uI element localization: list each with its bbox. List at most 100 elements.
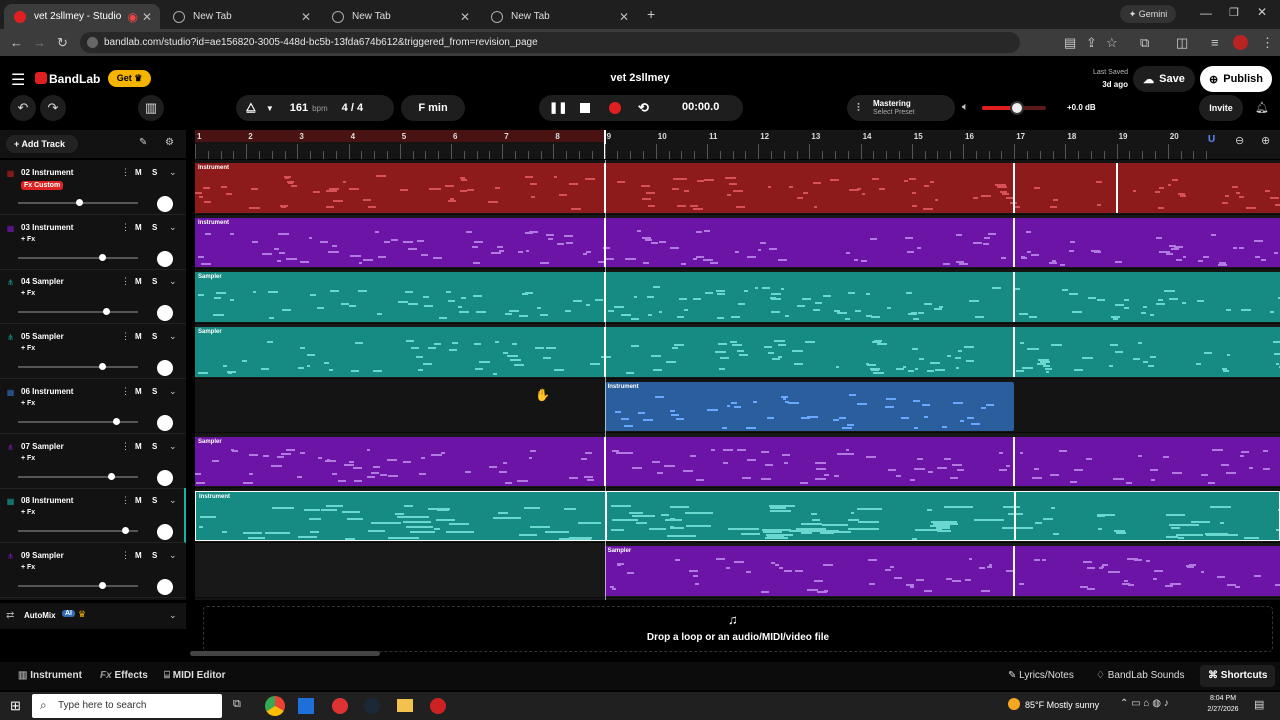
automix-row[interactable]: ⇄ AutoMix AI ♛ ⌄	[0, 603, 186, 629]
track-volume-slider[interactable]	[18, 417, 138, 425]
mute-button[interactable]: M	[135, 168, 142, 177]
tab-new-3[interactable]: New Tab ✕	[481, 4, 637, 29]
track-name[interactable]: 04 Sampler	[21, 277, 64, 286]
track-header[interactable]: ▦ 06 Instrument + Fx ⋮ M S ⌄	[0, 379, 186, 434]
record-icon[interactable]	[609, 102, 621, 114]
pan-knob[interactable]	[157, 524, 173, 541]
notifications-icon[interactable]: ▤	[1254, 698, 1264, 711]
close-tab-icon[interactable]: ✕	[619, 10, 629, 24]
loop-region[interactable]	[195, 130, 604, 142]
tray-icons[interactable]: ⌃ ▭ ⌂ ◍ ♪	[1120, 698, 1169, 709]
save-button[interactable]: ☁ Save	[1133, 66, 1195, 92]
bpm-value[interactable]: 161	[290, 102, 308, 114]
pan-knob[interactable]	[157, 196, 173, 212]
taskbar-search[interactable]: ⌕ Type here to search	[32, 694, 222, 718]
ruler-bar-number[interactable]: 7	[504, 132, 508, 141]
instrument-tab[interactable]: ▥ Instrument	[18, 670, 82, 681]
hamburger-menu-icon[interactable]: ☰	[11, 70, 25, 90]
redo-icon[interactable]: ↷	[40, 95, 66, 121]
midi-clip[interactable]: Instrument	[195, 491, 1280, 541]
ruler-bar-number[interactable]: 5	[402, 132, 406, 141]
track-name[interactable]: 09 Sampler	[21, 551, 64, 560]
track-fx-button[interactable]: + Fx	[21, 455, 35, 462]
speaker-mute-icon[interactable]: 🔈︎	[962, 101, 969, 114]
track-menu-icon[interactable]: ⋮	[121, 550, 130, 561]
weather-text[interactable]: 85°F Mostly sunny	[1025, 700, 1099, 710]
pan-knob[interactable]	[157, 250, 173, 267]
track-fx-button[interactable]: + Fx	[21, 345, 35, 352]
task-view-icon[interactable]: ⧉	[233, 698, 241, 711]
key-selector[interactable]: F min	[401, 95, 465, 121]
chevron-down-icon[interactable]: ▼	[266, 104, 274, 113]
stop-icon[interactable]	[580, 103, 590, 113]
volume-knob[interactable]	[108, 472, 116, 480]
ruler-bar-number[interactable]: 4	[351, 132, 355, 141]
steam-taskbar-icon[interactable]	[364, 698, 380, 714]
track-name[interactable]: 05 Sampler	[21, 332, 64, 341]
volume-knob[interactable]	[99, 581, 107, 589]
get-premium-button[interactable]: Get ♛	[108, 70, 151, 87]
new-tab-icon[interactable]: +	[647, 6, 655, 22]
reload-icon[interactable]: ↻	[57, 35, 68, 51]
clock-time[interactable]: 8:04 PM	[1200, 695, 1246, 702]
chevron-down-icon[interactable]: ⌄	[169, 222, 177, 233]
track-menu-icon[interactable]: ⋮	[121, 167, 130, 178]
solo-button[interactable]: S	[152, 442, 157, 451]
track-menu-icon[interactable]: ⋮	[121, 386, 130, 397]
track-fx-button[interactable]: + Fx	[21, 236, 35, 243]
folder-taskbar-icon[interactable]	[397, 699, 413, 712]
track-name[interactable]: 07 Sampler	[21, 442, 64, 451]
ruler-bar-number[interactable]: 13	[811, 132, 820, 141]
ruler-bar-number[interactable]: 18	[1067, 132, 1076, 141]
ruler-bar-number[interactable]: 14	[863, 132, 872, 141]
midi-clip[interactable]: Sampler	[604, 545, 1280, 596]
mute-button[interactable]: M	[135, 442, 142, 451]
master-volume-knob[interactable]	[1010, 101, 1025, 115]
bandlab-taskbar-icon[interactable]	[430, 698, 446, 714]
invite-button[interactable]: Invite	[1199, 95, 1243, 121]
ruler-bar-number[interactable]: 17	[1016, 132, 1025, 141]
pan-knob[interactable]	[157, 305, 173, 322]
pan-knob[interactable]	[157, 360, 173, 377]
metronome-icon[interactable]: ⧋	[246, 102, 256, 115]
track-header[interactable]: ▦ 03 Instrument + Fx ⋮ M S ⌄	[0, 215, 186, 270]
loop-icon[interactable]: ⟲	[638, 100, 649, 116]
track-name[interactable]: 02 Instrument	[21, 168, 73, 177]
ruler-bar-number[interactable]: 11	[709, 132, 717, 141]
track-menu-icon[interactable]: ⋮	[121, 331, 130, 342]
extensions-icon[interactable]: ⧉	[1140, 35, 1149, 51]
piano-keys-icon[interactable]: ▥	[138, 95, 164, 121]
track-volume-slider[interactable]	[18, 253, 138, 261]
track-volume-slider[interactable]	[18, 199, 138, 206]
track-header[interactable]: ⋔ 04 Sampler + Fx ⋮ M S ⌄	[0, 269, 186, 325]
chevron-down-icon[interactable]: ⌄	[169, 550, 177, 561]
midi-editor-tab[interactable]: ⌸ MIDI Editor	[164, 670, 226, 681]
track-fx-button[interactable]: + Fx	[21, 400, 35, 407]
mute-button[interactable]: M	[135, 387, 142, 396]
solo-button[interactable]: S	[152, 551, 157, 560]
tab-studio[interactable]: vet 2sllmey - Studio ◉ ✕	[4, 4, 160, 29]
zoom-out-icon[interactable]: ⊖	[1235, 134, 1244, 147]
mute-button[interactable]: M	[135, 332, 142, 341]
ruler-bar-number[interactable]: 15	[914, 132, 923, 141]
chevron-down-icon[interactable]: ⌄	[169, 331, 177, 342]
sidepanel-icon[interactable]: ◫	[1176, 35, 1188, 51]
ruler-bar-number[interactable]: 10	[658, 132, 667, 141]
maximize-icon[interactable]: ❐	[1229, 6, 1239, 19]
publish-button[interactable]: ⊕ Publish	[1200, 66, 1272, 92]
shortcuts-button[interactable]: ⌘ Shortcuts	[1200, 665, 1276, 687]
close-tab-icon[interactable]: ✕	[301, 10, 311, 24]
time-signature[interactable]: 4 / 4	[342, 102, 363, 114]
site-info-icon[interactable]	[87, 37, 98, 48]
share-icon[interactable]: ⇪	[1086, 35, 1097, 51]
ruler-bar-number[interactable]: 16	[965, 132, 974, 141]
track-volume-slider[interactable]	[18, 308, 138, 316]
midi-clip[interactable]: Instrument	[604, 381, 1015, 432]
close-tab-icon[interactable]: ✕	[142, 10, 152, 24]
bell-icon[interactable]: 🔔︎	[1255, 101, 1269, 114]
volume-knob[interactable]	[99, 363, 107, 371]
solo-button[interactable]: S	[152, 496, 157, 505]
mute-button[interactable]: M	[135, 277, 142, 286]
track-fx-button[interactable]: + Fx	[21, 290, 35, 297]
close-tab-icon[interactable]: ✕	[460, 10, 470, 24]
